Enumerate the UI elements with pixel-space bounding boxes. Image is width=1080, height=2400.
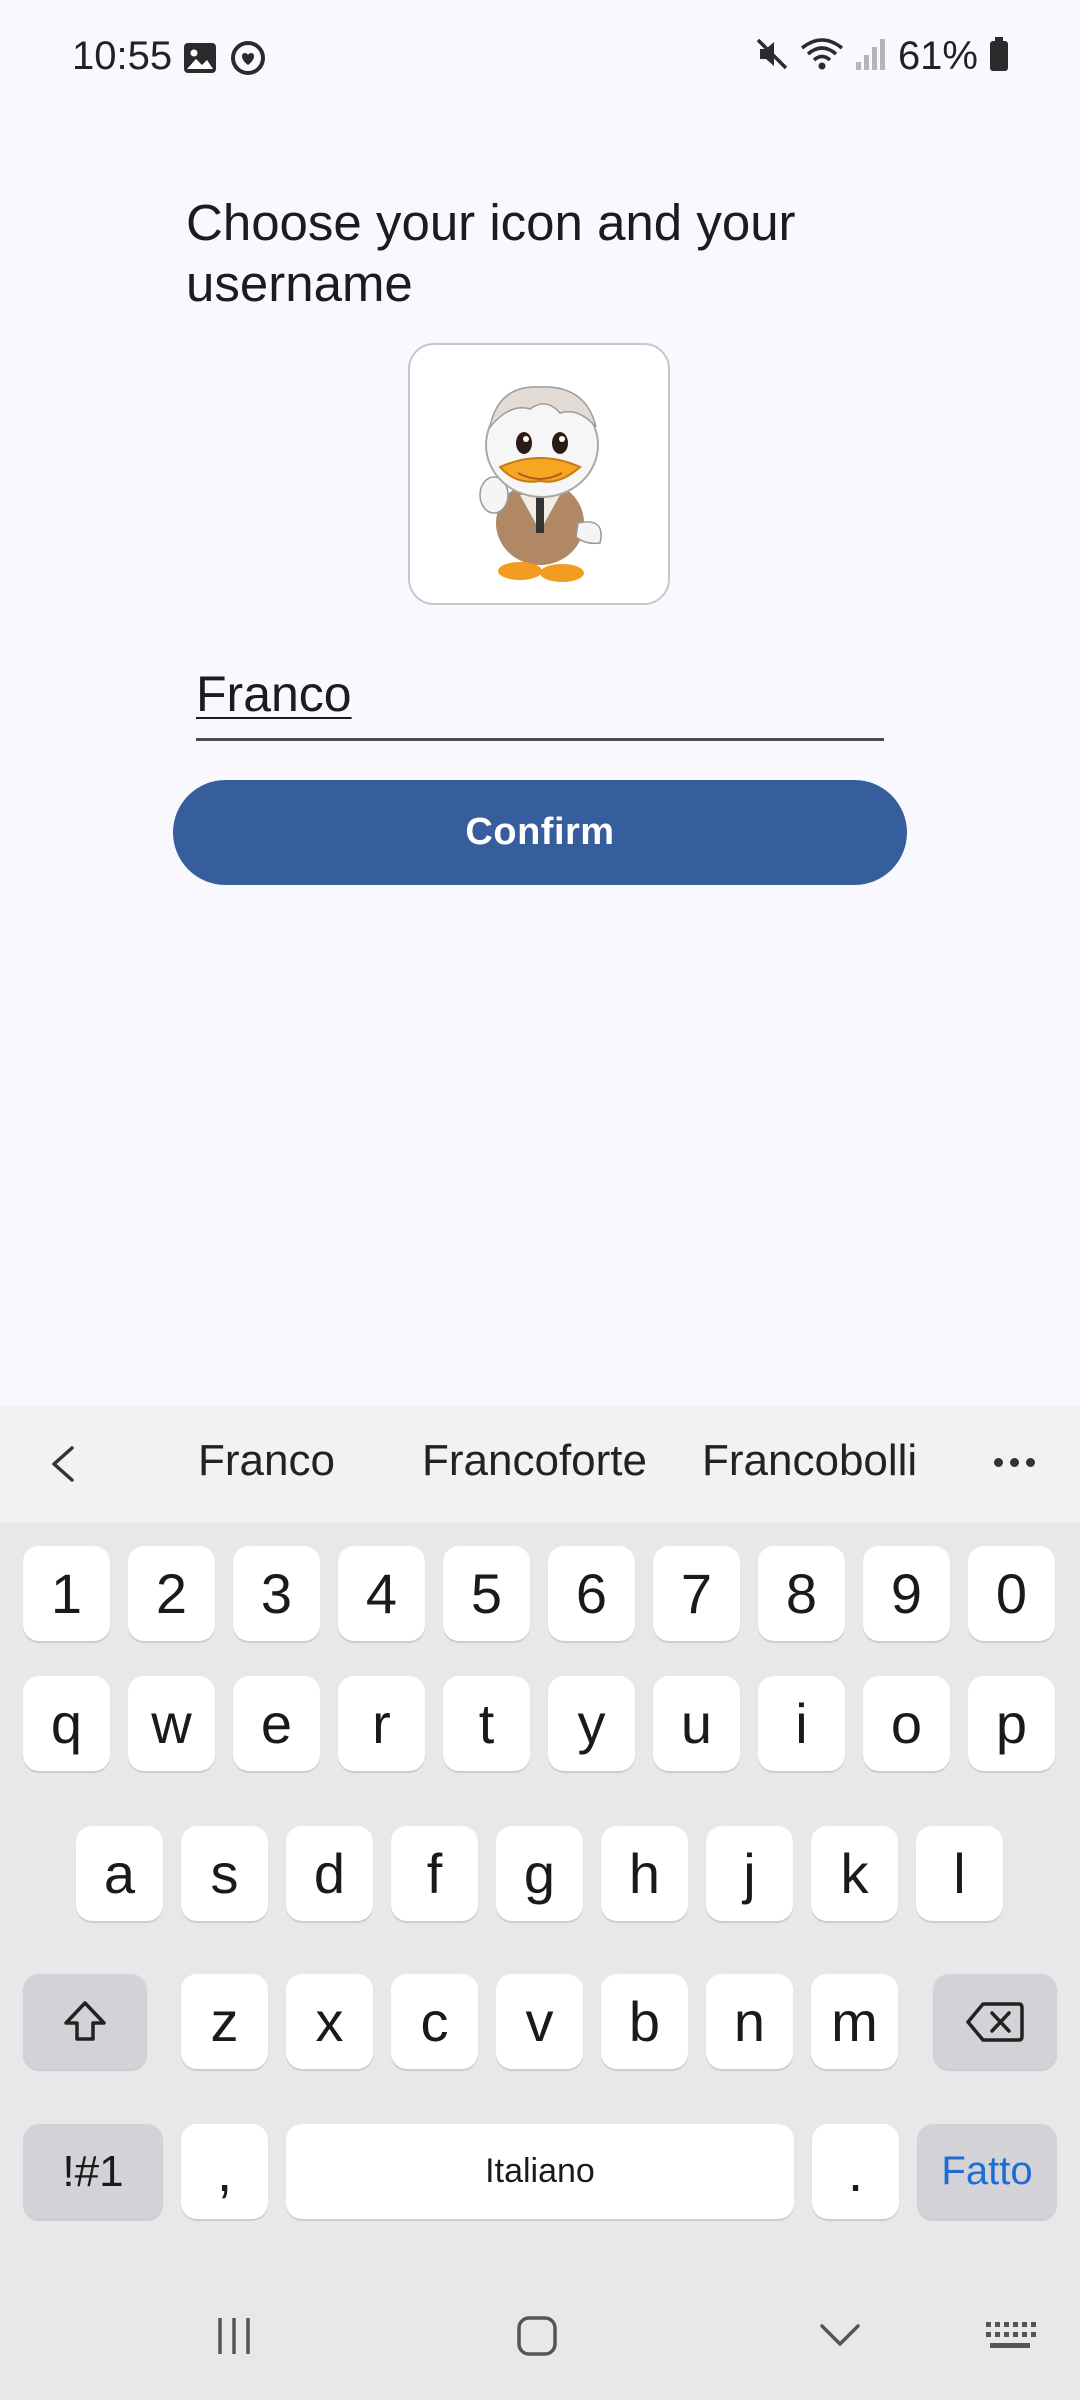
system-icons: 61% (754, 34, 1010, 79)
more-options-icon[interactable] (994, 1458, 1035, 1467)
key-b[interactable]: b (601, 1974, 688, 2069)
key-u[interactable]: u (653, 1676, 740, 1771)
key-q[interactable]: q (23, 1676, 110, 1771)
page-title: Choose your icon and your username (186, 194, 796, 312)
key-j[interactable]: j (706, 1826, 793, 1921)
shift-key[interactable] (23, 1974, 147, 2069)
key-e[interactable]: e (233, 1676, 320, 1771)
key-8[interactable]: 8 (758, 1546, 845, 1641)
battery-percent: 61% (897, 34, 978, 78)
key-i[interactable]: i (758, 1676, 845, 1771)
wifi-icon (800, 36, 844, 77)
key-h[interactable]: h (601, 1826, 688, 1921)
username-value[interactable]: Franco (196, 665, 352, 723)
key-g[interactable]: g (496, 1826, 583, 1921)
key-1[interactable]: 1 (23, 1546, 110, 1641)
space-key[interactable]: Italiano (286, 2124, 794, 2219)
key-w[interactable]: w (128, 1676, 215, 1771)
key-3[interactable]: 3 (233, 1546, 320, 1641)
key-t[interactable]: t (443, 1676, 530, 1771)
confirm-button[interactable]: Confirm (173, 780, 907, 885)
key-4[interactable]: 4 (338, 1546, 425, 1641)
symbols-key[interactable]: !#1 (23, 2124, 163, 2219)
status-bar: 10:55 61% (0, 0, 1080, 118)
mute-icon (754, 36, 790, 77)
key-a[interactable]: a (76, 1826, 163, 1921)
key-v[interactable]: v (496, 1974, 583, 2069)
key-2[interactable]: 2 (128, 1546, 215, 1641)
suggestion-3[interactable]: Francobolli (702, 1436, 917, 1486)
key-9[interactable]: 9 (863, 1546, 950, 1641)
period-key[interactable]: . (812, 2124, 899, 2219)
key-r[interactable]: r (338, 1676, 425, 1771)
key-o[interactable]: o (863, 1676, 950, 1771)
heart-app-notification-icon (230, 40, 266, 81)
gallery-notification-icon (182, 40, 218, 81)
navigation-bar (0, 2270, 1080, 2400)
key-y[interactable]: y (548, 1676, 635, 1771)
backspace-icon (966, 2001, 1024, 2042)
signal-icon (854, 36, 888, 77)
shift-icon (64, 2000, 106, 2041)
key-p[interactable]: p (968, 1676, 1055, 1771)
suggestion-bar: Franco Francoforte Francobolli (0, 1406, 1080, 1523)
key-5[interactable]: 5 (443, 1546, 530, 1641)
key-k[interactable]: k (811, 1826, 898, 1921)
key-z[interactable]: z (181, 1974, 268, 2069)
recent-apps-icon[interactable] (212, 2314, 256, 2363)
key-m[interactable]: m (811, 1974, 898, 2069)
key-x[interactable]: x (286, 1974, 373, 2069)
key-7[interactable]: 7 (653, 1546, 740, 1641)
suggestion-1[interactable]: Franco (198, 1436, 335, 1486)
key-d[interactable]: d (286, 1826, 373, 1921)
battery-icon (988, 36, 1010, 77)
key-c[interactable]: c (391, 1974, 478, 2069)
chevron-left-icon[interactable] (44, 1444, 84, 1484)
suggestion-2[interactable]: Francoforte (422, 1436, 647, 1486)
comma-key[interactable]: , (181, 2124, 268, 2219)
username-input[interactable]: Franco (196, 652, 884, 741)
duck-avatar-icon (479, 386, 602, 582)
key-f[interactable]: f (391, 1826, 478, 1921)
key-n[interactable]: n (706, 1974, 793, 2069)
status-time: 10:55 (72, 34, 173, 78)
keyboard-switch-icon[interactable] (984, 2318, 1036, 2359)
done-key[interactable]: Fatto (917, 2124, 1057, 2219)
hide-keyboard-icon[interactable] (818, 2320, 862, 2355)
notification-icons (182, 40, 266, 81)
home-icon[interactable] (515, 2314, 559, 2363)
key-s[interactable]: s (181, 1826, 268, 1921)
avatar-picker[interactable] (408, 343, 670, 605)
key-0[interactable]: 0 (968, 1546, 1055, 1641)
key-6[interactable]: 6 (548, 1546, 635, 1641)
backspace-key[interactable] (933, 1974, 1057, 2069)
keyboard: Franco Francoforte Francobolli 123456789… (0, 1406, 1080, 2400)
key-l[interactable]: l (916, 1826, 1003, 1921)
